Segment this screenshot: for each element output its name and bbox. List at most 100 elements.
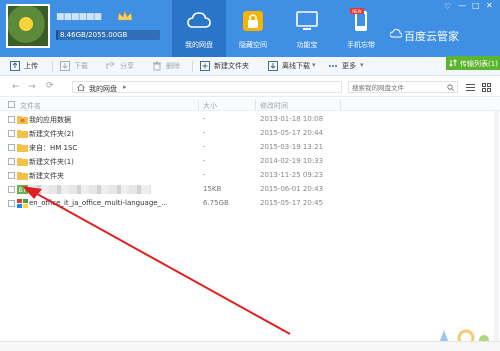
forward-button[interactable]: → — [28, 82, 36, 92]
close-button[interactable]: ✕ — [486, 1, 493, 10]
maximize-button[interactable]: □ — [472, 1, 480, 10]
status-bar — [0, 341, 500, 351]
file-size: - — [203, 115, 206, 123]
tab-hidden-space[interactable]: 隐藏空间 — [226, 0, 280, 57]
monitor-icon — [296, 11, 318, 30]
row-checkbox[interactable] — [8, 200, 15, 207]
tab-phone[interactable]: NEW 手机忘带 — [334, 0, 388, 57]
file-size: - — [203, 129, 206, 137]
delete-label: 删除 — [166, 62, 180, 70]
file-name[interactable]: 新建文件夹(2) — [29, 129, 74, 139]
folder-icon — [17, 172, 28, 180]
more-label: 更多 — [342, 62, 356, 70]
scrollbar[interactable] — [494, 111, 499, 341]
tab-label: 手机忘带 — [347, 41, 375, 49]
address-bar: ← → ⟳ 我的网盘 ▸ — [0, 77, 500, 97]
file-name[interactable]: 我的应用数据 — [29, 115, 71, 125]
tab-label: 隐藏空间 — [239, 41, 267, 49]
row-checkbox[interactable] — [8, 186, 15, 193]
new-badge: NEW — [352, 9, 362, 14]
file-date: 2014-02-19 10:33 — [260, 157, 324, 165]
column-size-header[interactable]: 大小 — [203, 101, 217, 111]
bt-file-icon: BT — [17, 185, 28, 194]
baidu-cloud-logo-icon — [390, 28, 402, 38]
file-name[interactable]: 来自：HM 1SC — [29, 143, 77, 153]
lock-icon — [243, 11, 263, 31]
breadcrumb-chevron-icon: ▸ — [123, 83, 127, 91]
refresh-icon[interactable]: ⟳ — [46, 81, 54, 91]
list-item[interactable]: 新建文件夹(1) - 2014-02-19 10:33 — [0, 156, 500, 168]
row-checkbox[interactable] — [8, 116, 15, 123]
offline-download-icon — [268, 61, 278, 71]
file-size: - — [203, 143, 206, 151]
avatar[interactable] — [6, 4, 50, 48]
transfer-icon — [449, 59, 457, 67]
breadcrumb-item[interactable]: 我的网盘 — [89, 84, 117, 94]
share-label: 分享 — [120, 62, 134, 70]
username[interactable]: ■■■■■■ — [56, 12, 102, 22]
skin-button[interactable]: ♡ — [444, 2, 451, 11]
share-icon — [106, 61, 115, 69]
tab-features[interactable]: 功能宝 — [280, 0, 334, 57]
redacted-file-name[interactable] — [29, 185, 151, 194]
list-item[interactable]: 新建文件夹 - 2013-11-25 09:23 — [0, 170, 500, 182]
new-folder-icon — [200, 61, 210, 71]
breadcrumb[interactable]: 我的网盘 ▸ — [72, 81, 342, 93]
file-date: 2013-11-25 09:23 — [260, 171, 324, 179]
file-name[interactable]: en_office_it_ja_office_multi-language_..… — [29, 199, 168, 207]
folder-icon — [17, 158, 28, 166]
transfer-list-button[interactable]: 传输列表(1) — [446, 56, 500, 70]
top-header: ■■■■■■ 8.46GB/2055.00GB 我的网盘 隐藏空间 功能宝 NE… — [0, 0, 500, 57]
svg-text:BT: BT — [19, 187, 27, 194]
phone-icon: NEW — [350, 8, 367, 31]
folder-icon — [17, 144, 28, 152]
trash-icon — [153, 61, 161, 71]
quota-fill — [56, 30, 59, 40]
vip-crown-icon — [117, 10, 133, 21]
file-size: 6.75GB — [203, 199, 229, 207]
quota-text: 8.46GB/2055.00GB — [60, 31, 128, 39]
folder-icon — [17, 130, 28, 138]
file-date: 2015-06-01 20:43 — [260, 185, 324, 193]
list-header: 文件名 大小 修改时间 — [0, 99, 500, 111]
file-size: - — [203, 171, 206, 179]
row-checkbox[interactable] — [8, 130, 15, 137]
transfer-list-label: 传输列表(1) — [460, 60, 498, 68]
brand-name: 百度云管家 — [404, 30, 459, 43]
list-item[interactable]: 我的应用数据 - 2013-01-18 10:08 — [0, 114, 500, 126]
search-input[interactable] — [352, 83, 442, 92]
file-date: 2015-05-17 20:44 — [260, 129, 324, 137]
row-checkbox[interactable] — [8, 158, 15, 165]
file-date: 2015-05-17 20:45 — [260, 199, 324, 207]
search-box[interactable] — [348, 81, 458, 93]
list-item[interactable]: BT 15KB 2015-06-01 20:43 — [0, 184, 500, 196]
tab-label: 功能宝 — [296, 41, 318, 49]
select-all-checkbox[interactable] — [8, 101, 15, 108]
back-button[interactable]: ← — [12, 82, 20, 92]
column-divider[interactable] — [340, 100, 341, 110]
offline-download-label: 离线下载 — [282, 62, 310, 70]
list-item[interactable]: 来自：HM 1SC - 2015-03-19 13:21 — [0, 142, 500, 154]
file-name[interactable]: 新建文件夹 — [29, 171, 64, 181]
more-chevron-icon[interactable]: ▾ — [360, 61, 364, 74]
list-item[interactable]: en_office_it_ja_office_multi-language_..… — [0, 198, 500, 210]
search-icon[interactable] — [447, 84, 454, 91]
cloud-icon — [187, 12, 211, 28]
column-divider[interactable] — [255, 100, 256, 110]
chevron-down-icon[interactable]: ▾ — [312, 61, 316, 74]
tab-my-netdisk[interactable]: 我的网盘 — [172, 0, 226, 57]
row-checkbox[interactable] — [8, 172, 15, 179]
home-icon — [77, 84, 85, 91]
row-checkbox[interactable] — [8, 144, 15, 151]
grid-view-icon[interactable] — [482, 83, 491, 92]
file-date: 2015-03-19 13:21 — [260, 143, 324, 151]
file-name[interactable]: 新建文件夹(1) — [29, 157, 74, 167]
new-folder-label: 新建文件夹 — [214, 62, 249, 70]
list-item[interactable]: 新建文件夹(2) - 2015-05-17 20:44 — [0, 128, 500, 140]
column-date-header[interactable]: 修改时间 — [260, 101, 288, 111]
toolbar-divider — [52, 61, 53, 72]
column-divider[interactable] — [198, 100, 199, 110]
list-view-icon[interactable] — [466, 83, 475, 92]
column-name-header[interactable]: 文件名 — [20, 101, 41, 111]
minimize-button[interactable]: — — [458, 1, 466, 10]
